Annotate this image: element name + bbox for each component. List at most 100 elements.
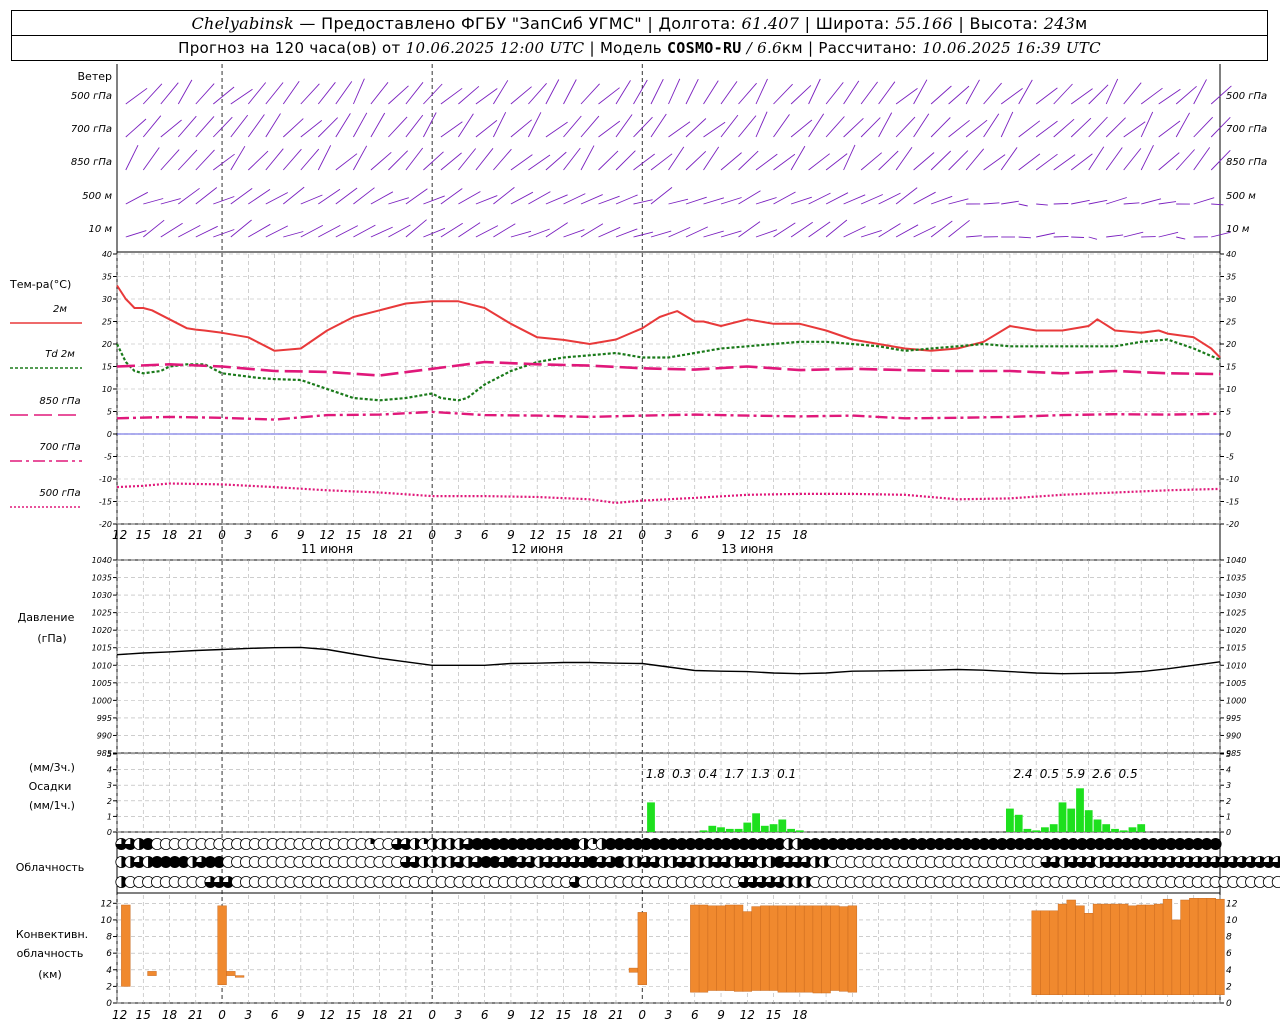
hour-tick-label: 9 bbox=[717, 528, 725, 542]
hour-tick-label-bottom: 18 bbox=[372, 1008, 388, 1022]
convective-bar bbox=[147, 971, 157, 976]
wind-barb bbox=[247, 82, 267, 105]
wind-barb bbox=[510, 86, 532, 105]
pressure-tick-label: 1025 bbox=[92, 609, 112, 618]
wind-barb bbox=[125, 191, 149, 205]
cloud-cover-symbol bbox=[1271, 876, 1280, 888]
convective-bar bbox=[1154, 903, 1164, 995]
pressure-tick-label: 1015 bbox=[1226, 644, 1246, 653]
temp-tick-label: 15 bbox=[1226, 363, 1236, 372]
precip-bar bbox=[760, 825, 769, 832]
precip-3h-label: 2.6 bbox=[1092, 767, 1111, 781]
precip-3h-label: 0.5 bbox=[1040, 767, 1059, 781]
precip-bar bbox=[1111, 828, 1119, 832]
wind-barb bbox=[983, 154, 1006, 171]
wind-barb bbox=[738, 150, 759, 171]
temp-tick-label: 30 bbox=[102, 295, 112, 304]
precip-unit-1h: (мм/1ч.) bbox=[29, 799, 75, 812]
precip-tick-label: 5 bbox=[1226, 750, 1231, 759]
wind-barb bbox=[142, 115, 162, 138]
wind-barb bbox=[370, 112, 386, 138]
wind-barb bbox=[265, 113, 281, 138]
wind-barb bbox=[1000, 111, 1014, 138]
hour-tick-label-bottom: 18 bbox=[162, 1008, 178, 1022]
wind-barb bbox=[650, 79, 664, 105]
convective-bar bbox=[707, 905, 717, 991]
temp-tick-label: -20 bbox=[99, 520, 112, 529]
wind-barb bbox=[1105, 78, 1119, 105]
convective-bar bbox=[1189, 898, 1199, 995]
hour-tick-label-bottom: 0 bbox=[638, 1008, 646, 1022]
hour-tick-label: 12 bbox=[112, 528, 127, 542]
wind-barb bbox=[1158, 201, 1177, 205]
wind-barb bbox=[685, 226, 708, 238]
wind-barb bbox=[563, 115, 582, 138]
hour-tick-label-bottom: 21 bbox=[398, 1008, 413, 1022]
temp-tick-label: 40 bbox=[1226, 250, 1236, 259]
wind-barb bbox=[440, 87, 463, 105]
temp-tick-label: 10 bbox=[102, 385, 112, 394]
convective-bar bbox=[1031, 910, 1041, 995]
wind-barb bbox=[878, 112, 893, 138]
wind-barb bbox=[178, 187, 200, 205]
pressure-tick-label: 990 bbox=[97, 731, 112, 740]
wind-barb bbox=[195, 187, 218, 205]
wind-barb bbox=[685, 79, 699, 105]
wind-barb bbox=[1088, 116, 1108, 138]
convective-bar bbox=[637, 912, 647, 985]
convective-bar bbox=[1171, 919, 1181, 995]
precip-tick-label: 1 bbox=[107, 812, 112, 821]
precip-tick-label: 3 bbox=[1226, 781, 1231, 790]
wind-barb bbox=[1123, 148, 1142, 171]
wind-barb bbox=[1193, 116, 1214, 138]
wind-barb bbox=[668, 146, 685, 171]
hour-tick-label-bottom: 12 bbox=[319, 1008, 334, 1022]
wind-barb bbox=[1053, 235, 1069, 238]
wind-barb bbox=[1105, 117, 1126, 138]
wind-barb bbox=[1106, 234, 1124, 238]
temp-tick-label: 40 bbox=[102, 250, 112, 259]
wind-barb bbox=[178, 225, 201, 238]
pressure-tick-label: 1000 bbox=[92, 696, 112, 705]
wind-barb bbox=[510, 191, 534, 205]
wind-barb bbox=[703, 80, 719, 105]
cloud-cover-fill bbox=[1210, 838, 1222, 850]
precip-tick-label: 4 bbox=[107, 766, 112, 775]
wind-barb bbox=[860, 194, 883, 205]
wind-barb bbox=[1193, 197, 1215, 205]
wind-barb bbox=[1211, 203, 1224, 206]
pressure-tick-label: 990 bbox=[1226, 731, 1241, 740]
precip-bar bbox=[1119, 830, 1128, 832]
precip-bar bbox=[647, 802, 655, 832]
wind-barb bbox=[160, 198, 181, 205]
precip-bar bbox=[1093, 819, 1102, 832]
wind-barb bbox=[283, 186, 305, 205]
precip-bar bbox=[1058, 802, 1067, 832]
wind-barb bbox=[1123, 231, 1144, 238]
hour-tick-label-bottom: 15 bbox=[136, 1008, 151, 1022]
wind-barb bbox=[528, 191, 551, 205]
wind-barb bbox=[895, 187, 918, 205]
wind-barb bbox=[195, 83, 215, 105]
temp-tick-label: -20 bbox=[1226, 520, 1239, 529]
conv-panel-title-2: облачность bbox=[17, 947, 84, 960]
wind-barb bbox=[1018, 236, 1031, 239]
wind-barb bbox=[353, 145, 368, 171]
convective-bar bbox=[847, 905, 858, 993]
wind-barb bbox=[790, 145, 806, 171]
precip-3h-label: 0.5 bbox=[1119, 767, 1138, 781]
wind-barb bbox=[913, 113, 930, 138]
wind-barb bbox=[615, 114, 633, 138]
conv-panel-title: Конвективн. bbox=[16, 928, 88, 941]
wind-barb bbox=[720, 152, 742, 171]
wind-barb bbox=[475, 120, 498, 138]
wind-barb bbox=[650, 187, 673, 205]
temp-tick-label: 5 bbox=[1226, 408, 1231, 417]
hour-tick-label-bottom: 6 bbox=[271, 1008, 279, 1022]
wind-barb bbox=[370, 226, 393, 238]
wind-level-label-right: 500 гПа bbox=[1226, 91, 1267, 102]
hour-tick-label-bottom: 9 bbox=[297, 1008, 305, 1022]
wind-barb bbox=[1140, 87, 1163, 105]
conv-tick-label: 10 bbox=[1226, 916, 1238, 926]
conv-tick-label: 6 bbox=[1226, 949, 1232, 959]
